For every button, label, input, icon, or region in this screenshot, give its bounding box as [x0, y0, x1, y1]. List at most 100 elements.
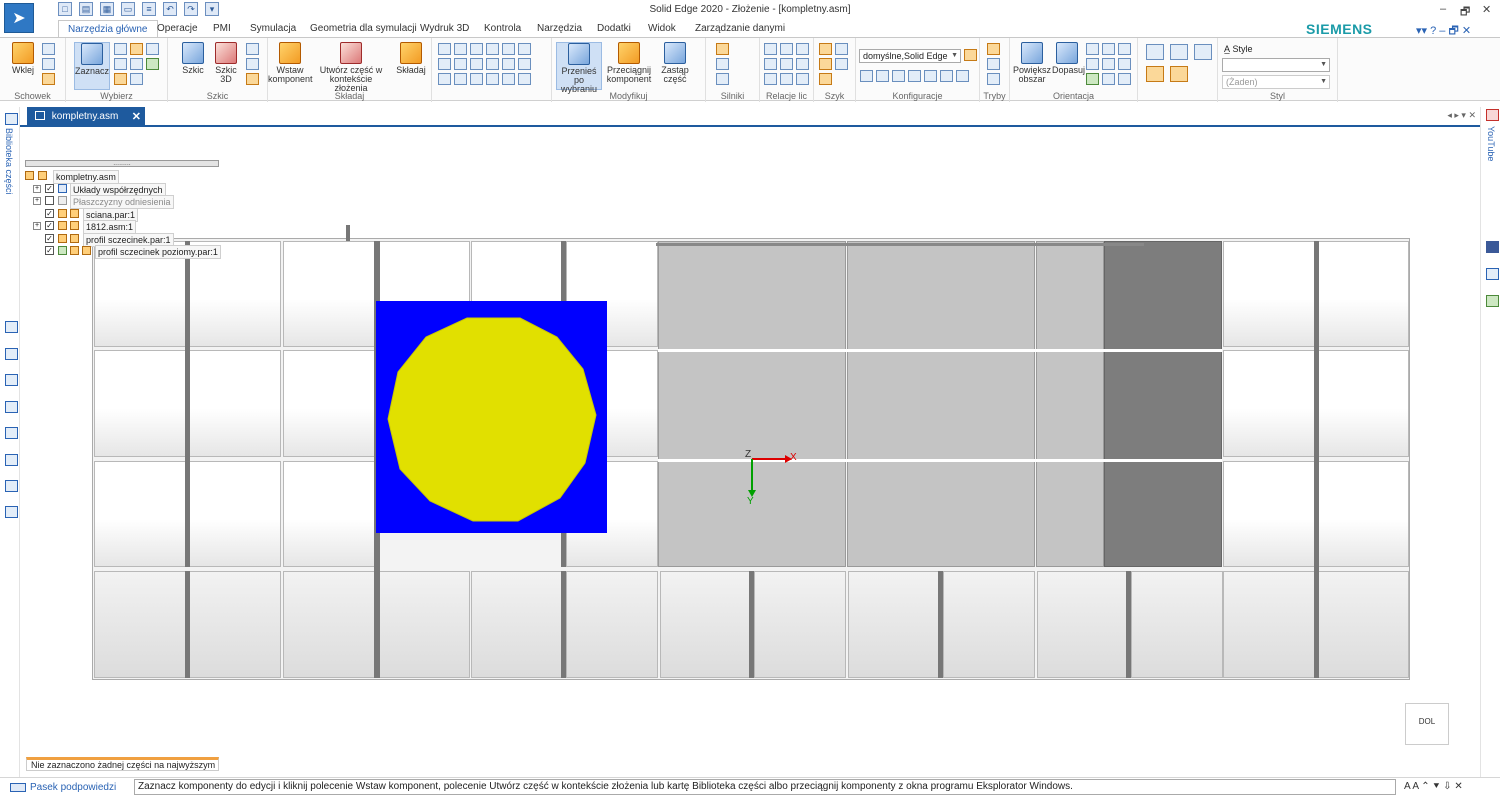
print-icon[interactable]: ▭ — [121, 2, 135, 16]
tab-pmi[interactable]: PMI — [213, 23, 231, 34]
application-menu-button[interactable]: ➤ — [4, 3, 34, 33]
rotate-icon[interactable] — [1086, 73, 1099, 85]
rel-tool-4-icon[interactable] — [486, 43, 499, 55]
select-tool-8-icon[interactable] — [130, 73, 143, 85]
properties-icon[interactable]: ≡ — [142, 2, 156, 16]
motor-tool-3-icon[interactable] — [716, 73, 729, 85]
iso-view-1-icon[interactable] — [1146, 44, 1164, 60]
insert-component-button[interactable]: Wstaw komponent — [268, 42, 313, 84]
tree-node-sciana[interactable]: ✓ sciana.par:1 — [25, 207, 225, 222]
mode-1-icon[interactable] — [987, 43, 1000, 55]
visibility-checkbox[interactable]: ✓ — [45, 233, 54, 243]
redo-icon[interactable]: ↷ — [184, 2, 198, 16]
motor-tool-2-icon[interactable] — [716, 58, 729, 70]
orient-6-icon[interactable] — [1118, 58, 1131, 70]
conf-3-icon[interactable] — [892, 70, 905, 82]
help-panel-icon[interactable] — [5, 401, 18, 413]
visibility-checkbox[interactable]: ✓ — [45, 183, 54, 193]
conf-4-icon[interactable] — [908, 70, 921, 82]
visibility-checkbox[interactable]: ✓ — [45, 221, 54, 230]
close-icon[interactable]: ✕ — [132, 107, 141, 127]
move-selected-button[interactable]: Przenieś po wybraniu — [556, 42, 602, 94]
sketch-tool-1-icon[interactable] — [246, 43, 259, 55]
tab-inspect[interactable]: Kontrola — [484, 23, 521, 34]
rel-tool-15-icon[interactable] — [470, 73, 483, 85]
expand-icon[interactable]: + — [33, 197, 41, 205]
visibility-checkbox[interactable]: ✓ — [45, 246, 54, 255]
relations-panel-icon[interactable] — [5, 480, 18, 492]
prompt-bar-icon[interactable] — [10, 783, 26, 792]
face-rel-6-icon[interactable] — [796, 58, 809, 70]
conf-5-icon[interactable] — [924, 70, 937, 82]
rel-tool-6-icon[interactable] — [518, 43, 531, 55]
conf-2-icon[interactable] — [876, 70, 889, 82]
pattern-1-icon[interactable] — [819, 43, 832, 55]
select-tool-6-icon[interactable] — [146, 58, 159, 70]
orient-3-icon[interactable] — [1118, 43, 1131, 55]
shaded-icon[interactable] — [1146, 66, 1164, 82]
rel-tool-5-icon[interactable] — [502, 43, 515, 55]
part-library-tab[interactable]: Biblioteka części — [4, 128, 14, 195]
create-part-in-context-button[interactable]: Utwórz część w kontekście złożenia — [312, 42, 390, 93]
sensors-icon[interactable] — [5, 454, 18, 466]
pattern-4-icon[interactable] — [835, 58, 848, 70]
orient-8-icon[interactable] — [1102, 73, 1115, 85]
new-icon[interactable]: □ — [58, 2, 72, 16]
select-tool-3-icon[interactable] — [146, 43, 159, 55]
select-tool-7-icon[interactable] — [114, 73, 127, 85]
copy-icon[interactable] — [42, 58, 55, 70]
assemble-button[interactable]: Składaj — [394, 42, 428, 75]
tab-data-management[interactable]: Zarządzanie danymi — [695, 23, 785, 34]
layers-icon[interactable] — [5, 348, 18, 360]
rel-tool-8-icon[interactable] — [454, 58, 467, 70]
shaded-edges-icon[interactable] — [1170, 66, 1188, 82]
render-icon[interactable] — [5, 427, 18, 439]
rel-tool-10-icon[interactable] — [486, 58, 499, 70]
view-orientation-cube[interactable]: DOL — [1405, 703, 1449, 745]
face-rel-4-icon[interactable] — [764, 58, 777, 70]
mode-2-icon[interactable] — [987, 58, 1000, 70]
expand-icon[interactable]: + — [33, 184, 41, 193]
tree-node-reference-planes[interactable]: + Płaszczyzny odniesienia — [25, 195, 225, 209]
sketch-tool-2-icon[interactable] — [246, 58, 259, 70]
tab-navigation-controls[interactable]: ◂ ▸ ▾ ✕ — [1447, 110, 1476, 121]
grey-panel-1812[interactable] — [658, 241, 846, 567]
rel-tool-9-icon[interactable] — [470, 58, 483, 70]
pattern-5-icon[interactable] — [819, 73, 832, 85]
cut-icon[interactable] — [42, 43, 55, 55]
facebook-icon[interactable] — [1486, 241, 1499, 253]
open-icon[interactable]: ▤ — [79, 2, 93, 16]
rel-tool-1-icon[interactable] — [438, 43, 451, 55]
mode-3-icon[interactable] — [987, 73, 1000, 85]
zoom-area-button[interactable]: Powiększ obszar — [1012, 42, 1052, 84]
conf-7-icon[interactable] — [956, 70, 969, 82]
expand-icon[interactable]: + — [33, 222, 41, 230]
face-rel-9-icon[interactable] — [796, 73, 809, 85]
rel-tool-11-icon[interactable] — [502, 58, 515, 70]
close-button[interactable]: ✕ — [1482, 3, 1491, 16]
select-tool-4-icon[interactable] — [114, 58, 127, 70]
fit-button[interactable]: Dopasuj — [1052, 42, 1085, 75]
select-button[interactable]: Zaznacz — [74, 42, 110, 90]
tab-simulation[interactable]: Symulacja — [250, 23, 296, 34]
news-icon[interactable] — [1486, 268, 1499, 280]
settings-panel-icon[interactable] — [5, 506, 18, 518]
tree-node-root[interactable]: kompletny.asm — [25, 170, 225, 184]
configuration-save-icon[interactable] — [964, 49, 977, 61]
orient-5-icon[interactable] — [1102, 58, 1115, 70]
orient-4-icon[interactable] — [1086, 58, 1099, 70]
style-combo-secondary[interactable]: (Żaden) ▼ — [1222, 75, 1330, 89]
rel-tool-18-icon[interactable] — [518, 73, 531, 85]
tab-simulation-geometry[interactable]: Geometria dla symulacji — [310, 23, 417, 34]
library-icon[interactable] — [5, 113, 18, 125]
visibility-checkbox[interactable] — [45, 196, 54, 205]
color-manager-icon[interactable] — [5, 374, 18, 386]
rel-tool-13-icon[interactable] — [438, 73, 451, 85]
grey-panel-1812[interactable] — [1036, 241, 1104, 567]
dark-panel-1812[interactable] — [1104, 241, 1222, 567]
sketch-3d-button[interactable]: Szkic 3D — [212, 42, 240, 84]
pan-icon[interactable] — [1102, 43, 1115, 55]
tab-view[interactable]: Widok — [648, 23, 676, 34]
undo-icon[interactable]: ↶ — [163, 2, 177, 16]
rel-tool-3-icon[interactable] — [470, 43, 483, 55]
